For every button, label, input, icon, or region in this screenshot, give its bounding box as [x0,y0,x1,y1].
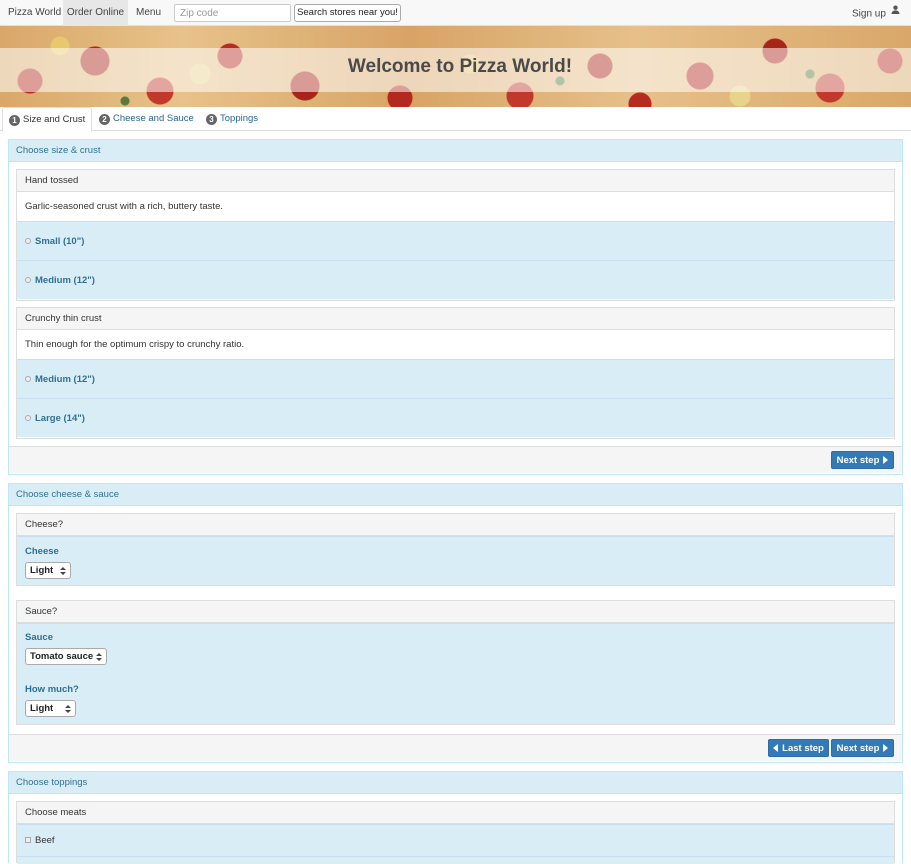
size-crust-panel: Choose size & crust Hand tossed Garlic-s… [8,139,903,475]
checkbox[interactable] [25,837,31,843]
next-step-label: Next step [836,743,880,754]
brand-link[interactable]: Pizza World [8,0,61,26]
topping-option[interactable]: Beef [17,824,894,856]
sauce-card-title: Sauce? [17,601,894,623]
next-step-button[interactable]: Next step [831,451,894,469]
step-tabs: 1 Size and Crust 2 Cheese and Sauce 3 Toppi… [0,107,911,132]
sauce-select[interactable]: Tomato sauce [25,648,107,665]
cheese-field-area: Cheese Light [17,536,894,585]
cheese-select[interactable]: Light [25,562,71,579]
toppings-panel: Choose toppings Choose meats Beef [8,771,903,864]
sauce-amount-label: How much? [25,684,79,695]
cheese-card-title: Cheese? [17,514,894,536]
tab-label: Toppings [220,113,259,124]
size-option[interactable]: Medium (12") [17,260,894,299]
crust-card-thin: Crunchy thin crust Thin enough for the o… [16,307,895,439]
sauce-field-area: Sauce Tomato sauce How much? Light [17,623,894,724]
caret-right-icon [883,456,889,464]
search-stores-button[interactable]: Search stores near you! [294,4,401,22]
caret-right-icon [883,744,889,752]
caret-left-icon [773,744,779,752]
select-arrows-icon [96,653,102,661]
tab-label: Cheese and Sauce [113,113,194,124]
radio-button[interactable] [25,376,31,382]
size-option-label: Medium (12") [35,275,95,286]
banner-title: Welcome to Pizza World! [347,56,573,77]
next-step-button[interactable]: Next step [831,739,894,757]
meats-card-title: Choose meats [17,802,894,824]
cheese-card: Cheese? Cheese Light [16,513,895,586]
radio-button[interactable] [25,277,31,283]
size-option[interactable]: Small (10") [17,221,894,260]
select-arrows-icon [60,567,66,575]
step-number-badge: 3 [206,114,217,125]
select-arrows-icon [65,705,71,713]
pizza-banner: Welcome to Pizza World! [0,26,911,107]
crust-name: Crunchy thin crust [17,308,894,330]
last-step-label: Last step [782,743,824,754]
sauce-amount-select[interactable]: Light [25,700,76,717]
cheese-sauce-panel: Choose cheese & sauce Cheese? Cheese Lig… [8,483,903,763]
panel-footer: Last step Next step [9,734,902,761]
last-step-button[interactable]: Last step [768,739,829,757]
next-step-label: Next step [836,455,880,466]
crust-description: Garlic-seasoned crust with a rich, butte… [17,192,894,221]
panel-heading: Choose toppings [9,772,902,794]
panel-heading: Choose size & crust [9,140,902,162]
step-number-badge: 1 [9,115,20,126]
tab-toppings[interactable]: 3 Toppings [206,107,258,131]
signup-link[interactable]: Sign up [852,0,900,26]
zip-code-input[interactable] [174,4,291,22]
size-option-label: Medium (12") [35,374,95,385]
user-icon [891,0,900,26]
size-option-label: Large (14") [35,413,85,424]
panel-footer: Next step [9,446,902,473]
crust-name: Hand tossed [17,170,894,192]
size-option[interactable]: Medium (12") [17,359,894,398]
sauce-label: Sauce [25,632,53,643]
cheese-label: Cheese [25,546,59,557]
step-number-badge: 2 [99,114,110,125]
tab-size-and-crust[interactable]: 1 Size and Crust [2,107,93,132]
crust-description: Thin enough for the optimum crispy to cr… [17,330,894,359]
nav-menu[interactable]: Menu [136,0,161,26]
topping-label: Beef [35,835,55,846]
sauce-select-value: Tomato sauce [30,651,94,662]
radio-button[interactable] [25,415,31,421]
sauce-amount-value: Light [30,703,54,714]
meats-card: Choose meats Beef [16,801,895,864]
size-option-label: Small (10") [35,236,85,247]
signup-label: Sign up [852,8,886,20]
nav-order-online[interactable]: Order Online [63,0,128,26]
tab-label: Size and Crust [23,114,86,125]
radio-button[interactable] [25,238,31,244]
size-option[interactable]: Large (14") [17,398,894,437]
cheese-select-value: Light [30,565,54,576]
tab-cheese-and-sauce[interactable]: 2 Cheese and Sauce [99,107,194,131]
sauce-card: Sauce? Sauce Tomato sauce How much? Ligh… [16,600,895,725]
crust-card-hand-tossed: Hand tossed Garlic-seasoned crust with a… [16,169,895,301]
navbar: Pizza World Order Online Menu Search sto… [0,0,911,26]
panel-heading: Choose cheese & sauce [9,484,902,506]
